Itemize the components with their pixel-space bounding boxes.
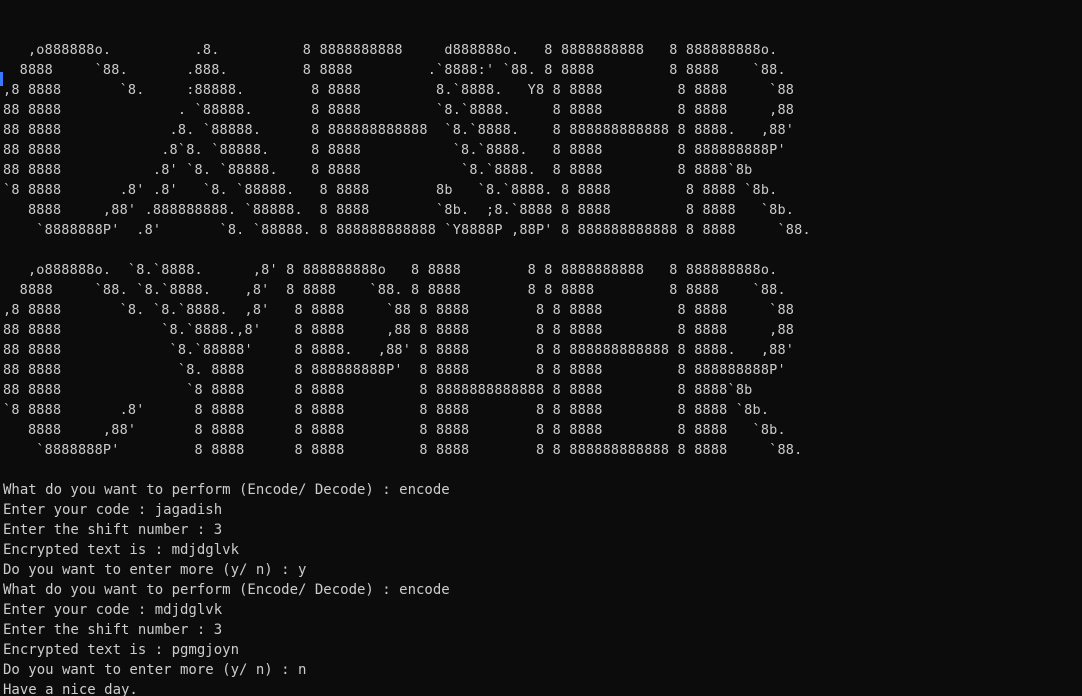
- banner-line: 8888 ,88' 8 8888 8 8888 8 8888 8 8 8888 …: [3, 422, 786, 438]
- console-window[interactable]: ,o888888o. .8. 8 8888888888 d888888o. 8 …: [0, 0, 1082, 696]
- console-output-line: Enter the shift number : 3: [3, 522, 223, 538]
- console-output-line: What do you want to perform (Encode/ Dec…: [3, 482, 450, 498]
- banner-line: ,8 8888 `8. :88888. 8 8888 8.`8888. Y8 8…: [3, 82, 795, 98]
- console-output-line: Do you want to enter more (y/ n) : y: [3, 562, 307, 578]
- banner-line: 88 8888 .8. `88888. 8 888888888888 `8.`8…: [3, 122, 795, 138]
- banner-line: `8888888P' .8' `8. `88888. 8 88888888888…: [3, 222, 811, 238]
- banner-line: 88 8888 .8' `8. `88888. 8 8888 `8.`8888.…: [3, 162, 753, 178]
- console-output-line: Have a nice day.: [3, 682, 138, 696]
- console-output-line: Enter your code : jagadish: [3, 502, 223, 518]
- banner-line: ,o888888o. `8.`8888. ,8' 8 888888888o 8 …: [3, 262, 778, 278]
- banner-line: 88 8888 .8`8. `88888. 8 8888 `8.`8888. 8…: [3, 142, 786, 158]
- banner-line: 8888 `88. .888. 8 8888 .`8888:' `88. 8 8…: [3, 62, 786, 78]
- console-output-line: Enter the shift number : 3: [3, 622, 223, 638]
- banner-line: 88 8888 `8 8888 8 8888 8 8888888888888 8…: [3, 382, 753, 398]
- console-output-line: Do you want to enter more (y/ n) : n: [3, 662, 307, 678]
- banner-line: 8888 `88. `8.`8888. ,8' 8 8888 `88. 8 88…: [3, 282, 786, 298]
- console-output-line: Encrypted text is : mdjdglvk: [3, 542, 240, 558]
- banner-line: ,8 8888 `8. `8.`8888. ,8' 8 8888 `88 8 8…: [3, 302, 795, 318]
- console-output-line: What do you want to perform (Encode/ Dec…: [3, 582, 450, 598]
- banner-line: `8 8888 .8' .8' `8. `88888. 8 8888 8b `8…: [3, 182, 778, 198]
- banner-line: 88 8888 . `88888. 8 8888 `8.`8888. 8 888…: [3, 102, 795, 118]
- banner-line: `8888888P' 8 8888 8 8888 8 8888 8 8 8888…: [3, 442, 803, 458]
- banner-line: ,o888888o. .8. 8 8888888888 d888888o. 8 …: [3, 42, 778, 58]
- banner-line: `8 8888 .8' 8 8888 8 8888 8 8888 8 8 888…: [3, 402, 770, 418]
- console-output-line: Encrypted text is : pgmgjoyn: [3, 642, 240, 658]
- console-output-line: Enter your code : mdjdglvk: [3, 602, 223, 618]
- banner-line: 88 8888 `8. 8888 8 888888888P' 8 8888 8 …: [3, 362, 786, 378]
- banner-line: 88 8888 `8.`88888' 8 8888. ,88' 8 8888 8…: [3, 342, 795, 358]
- banner-line: 88 8888 `8.`8888.,8' 8 8888 ,88 8 8888 8…: [3, 322, 795, 338]
- banner-line: 8888 ,88' .888888888. `88888. 8 8888 `8b…: [3, 202, 795, 218]
